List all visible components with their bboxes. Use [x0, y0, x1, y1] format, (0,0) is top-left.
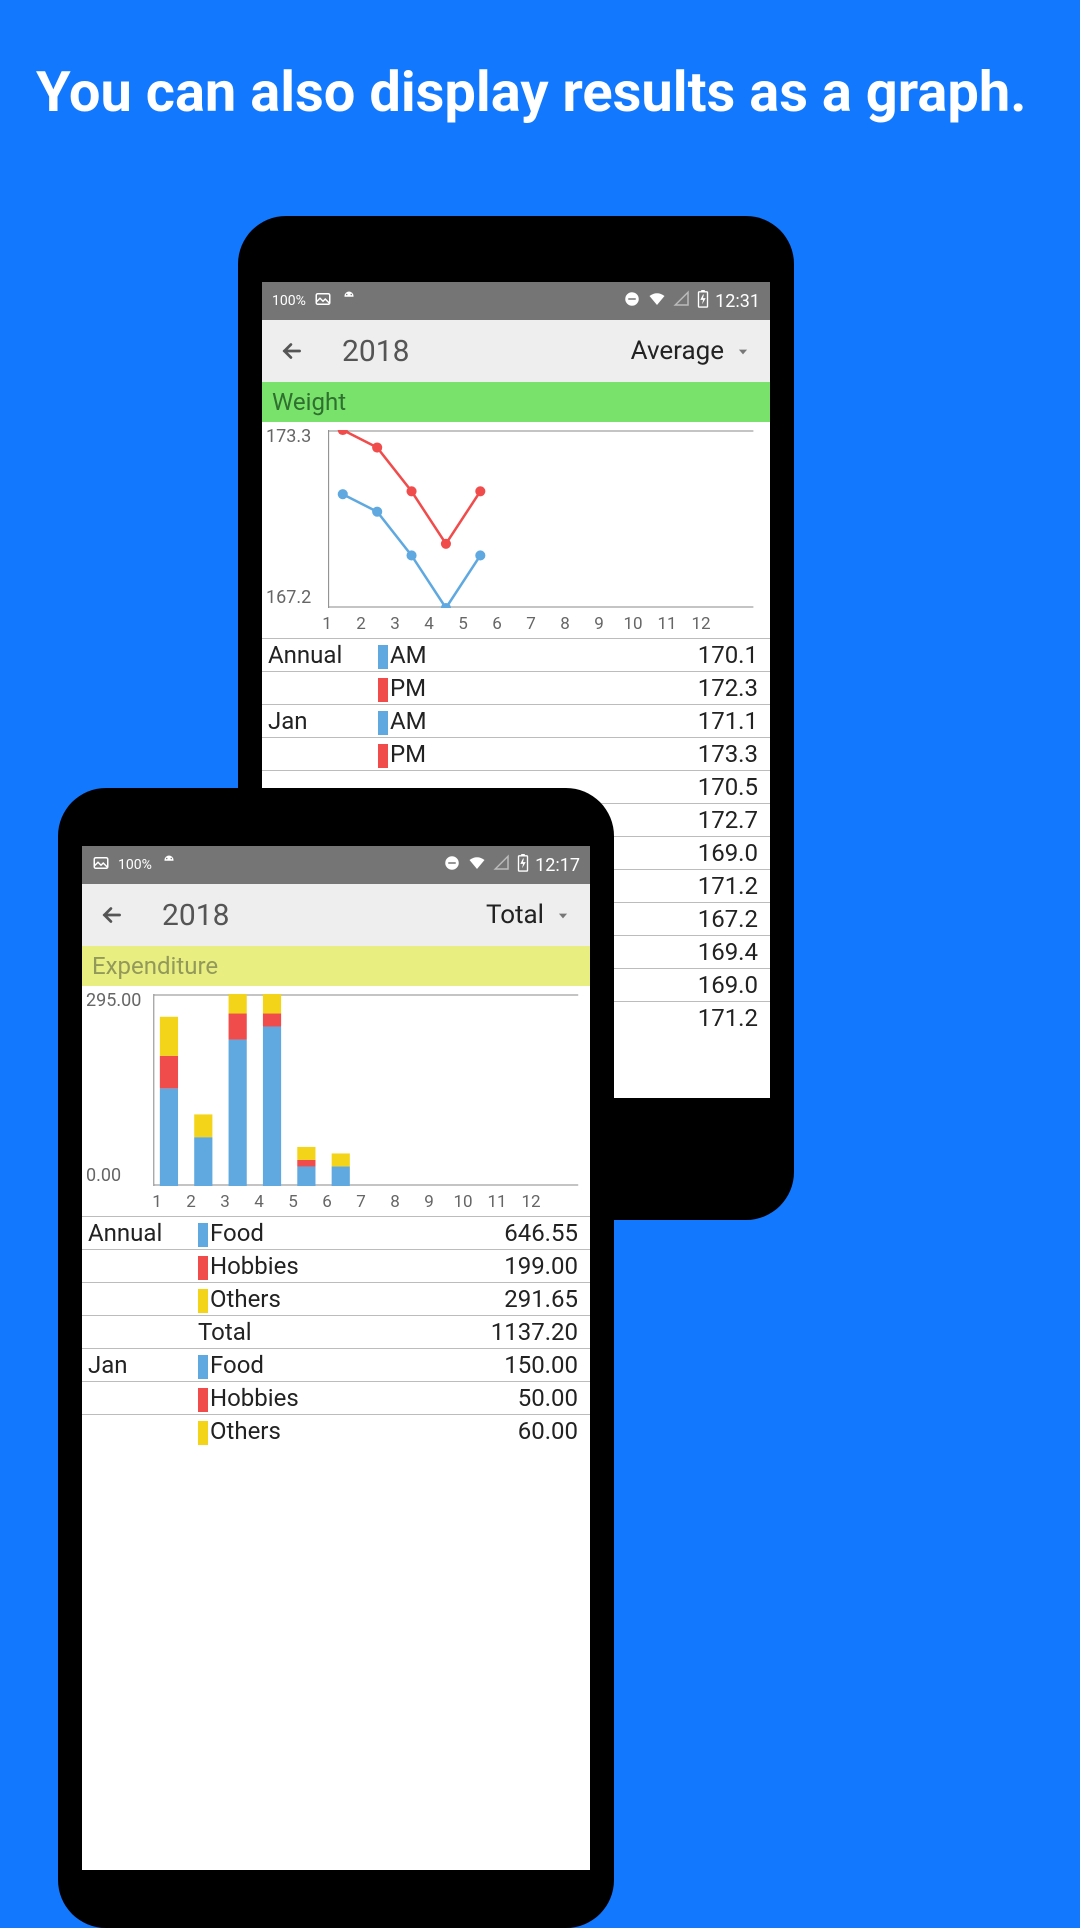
year-title: 2018 — [162, 898, 229, 933]
battery-charging-icon — [517, 854, 529, 877]
battery-percent: 100% — [272, 293, 306, 309]
status-time: 12:31 — [715, 291, 760, 312]
status-bar: 100% 12:17 — [82, 846, 590, 884]
back-button[interactable] — [92, 902, 132, 928]
cell-signal-icon — [493, 854, 511, 877]
mode-dropdown[interactable]: Total — [486, 900, 570, 930]
back-button[interactable] — [272, 338, 312, 364]
table-row: PM173.3 — [262, 738, 770, 771]
chevron-down-icon — [736, 336, 750, 366]
ymin-label: 167.2 — [266, 587, 311, 608]
table-row: Hobbies50.00 — [82, 1382, 590, 1415]
x-axis-months: 123456789101112 — [310, 614, 760, 634]
battery-charging-icon — [697, 290, 709, 313]
status-bar: 100% — [262, 282, 770, 320]
table-row: Total1137.20 — [82, 1316, 590, 1349]
mode-label: Total — [486, 900, 544, 930]
mode-label: Average — [631, 336, 724, 366]
chevron-down-icon — [556, 900, 570, 930]
image-icon — [314, 290, 332, 313]
table-row: AnnualAM170.1 — [262, 639, 770, 672]
battery-percent: 100% — [118, 857, 152, 873]
wifi-icon — [467, 854, 487, 877]
table-row: JanFood150.00 — [82, 1349, 590, 1382]
status-time: 12:17 — [535, 855, 580, 876]
android-icon — [340, 290, 358, 313]
table-row: Others60.00 — [82, 1415, 590, 1448]
android-icon — [160, 854, 178, 877]
expenditure-chart[interactable]: 295.00 0.00 123456789101112 — [82, 986, 590, 1216]
section-header-weight: Weight — [262, 382, 770, 422]
app-bar: 2018 Average — [262, 320, 770, 382]
image-icon — [92, 854, 110, 877]
year-title: 2018 — [342, 334, 409, 369]
table-row: JanAM171.1 — [262, 705, 770, 738]
app-bar: 2018 Total — [82, 884, 590, 946]
promo-headline: You can also display results as a graph. — [0, 0, 1080, 124]
table-row: PM172.3 — [262, 672, 770, 705]
ymin-label: 0.00 — [86, 1165, 121, 1186]
wifi-icon — [647, 290, 667, 313]
table-row: Others291.65 — [82, 1283, 590, 1316]
table-row: AnnualFood646.55 — [82, 1217, 590, 1250]
weight-chart[interactable]: 173.3 167.2 123456789101112 — [262, 422, 770, 638]
mode-dropdown[interactable]: Average — [631, 336, 750, 366]
x-axis-months: 123456789101112 — [140, 1192, 580, 1212]
dnd-icon — [443, 854, 461, 877]
ymax-label: 173.3 — [266, 426, 311, 447]
phone-mock-front: 100% 12:17 — [58, 788, 614, 1928]
expenditure-table: AnnualFood646.55Hobbies199.00Others291.6… — [82, 1216, 590, 1447]
ymax-label: 295.00 — [86, 990, 141, 1011]
section-header-expenditure: Expenditure — [82, 946, 590, 986]
cell-signal-icon — [673, 290, 691, 313]
dnd-icon — [623, 290, 641, 313]
table-row: Hobbies199.00 — [82, 1250, 590, 1283]
